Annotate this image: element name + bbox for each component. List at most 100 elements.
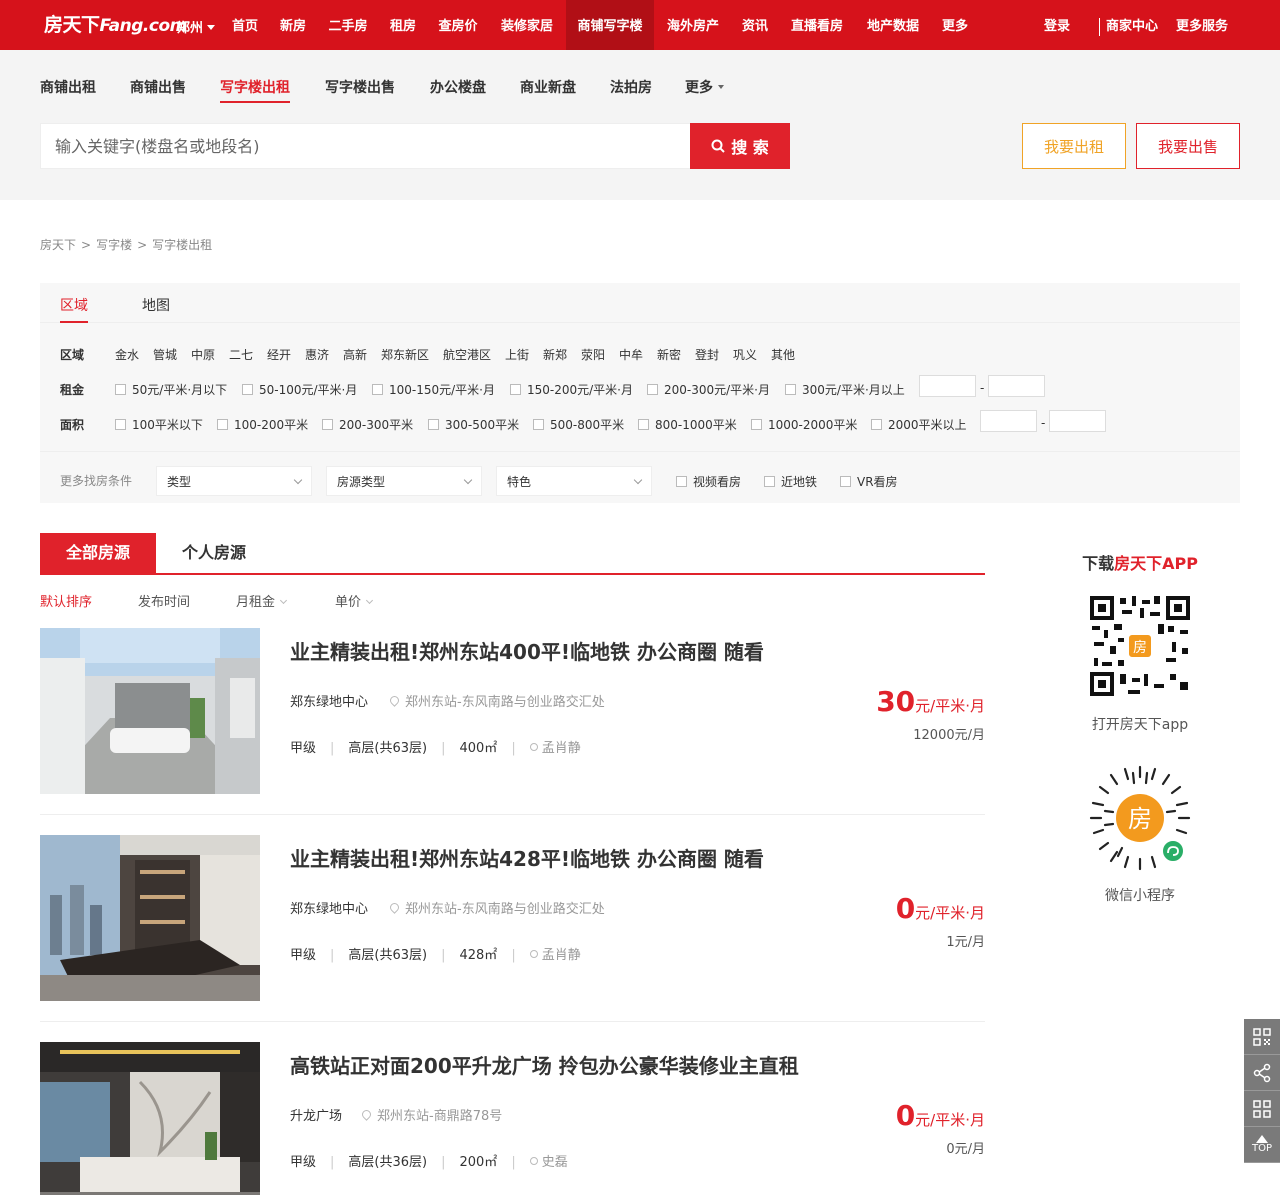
district-option[interactable]: 金水: [115, 346, 139, 363]
listing-photo[interactable]: [40, 1042, 260, 1195]
search-button[interactable]: 搜 索: [690, 123, 790, 169]
subnav-shop-rent[interactable]: 商铺出租: [40, 77, 96, 103]
checkbox[interactable]: [676, 476, 687, 487]
near-subway-checkbox[interactable]: 近地铁: [764, 473, 817, 490]
district-option[interactable]: 巩义: [733, 346, 757, 363]
nav-price-check[interactable]: 查房价: [430, 0, 486, 50]
tab-district[interactable]: 区域: [60, 295, 88, 323]
listing-title[interactable]: 高铁站正对面200平升龙广场 拎包办公豪华装修业主直租: [290, 1050, 799, 1079]
tab-personal-listings[interactable]: 个人房源: [182, 533, 246, 573]
subnav-office-buildings[interactable]: 办公楼盘: [430, 77, 486, 103]
checkbox[interactable]: [751, 419, 762, 430]
checkbox[interactable]: [840, 476, 851, 487]
tab-map[interactable]: 地图: [142, 295, 170, 323]
district-option[interactable]: 上街: [505, 346, 529, 363]
rent-option[interactable]: 50-100元/平米·月: [242, 381, 357, 398]
district-option[interactable]: 郑东新区: [381, 346, 429, 363]
district-option[interactable]: 荥阳: [581, 346, 605, 363]
rent-option[interactable]: 300元/平米·月以上: [785, 381, 905, 398]
checkbox[interactable]: [871, 419, 882, 430]
breadcrumb-office[interactable]: 写字楼: [96, 238, 132, 252]
listing-title[interactable]: 业主精装出租!郑州东站428平!临地铁 办公商圈 随看: [290, 843, 764, 872]
rent-option[interactable]: 50元/平米·月以下: [115, 381, 227, 398]
size-option[interactable]: 300-500平米: [428, 416, 519, 433]
district-option[interactable]: 惠济: [305, 346, 329, 363]
district-option[interactable]: 二七: [229, 346, 253, 363]
district-option[interactable]: 经开: [267, 346, 291, 363]
subnav-shop-sale[interactable]: 商铺出售: [130, 77, 186, 103]
subnav-auction[interactable]: 法拍房: [610, 77, 652, 103]
size-option[interactable]: 1000-2000平米: [751, 416, 857, 433]
site-logo[interactable]: 房天下Fang.com: [44, 10, 187, 37]
rent-option[interactable]: 150-200元/平米·月: [510, 381, 633, 398]
listing-photo[interactable]: [40, 835, 260, 1001]
sort-unit-price[interactable]: 单价: [335, 591, 374, 610]
listing-photo[interactable]: [40, 628, 260, 794]
size-option[interactable]: 100平米以下: [115, 416, 203, 433]
rent-option[interactable]: 100-150元/平米·月: [372, 381, 495, 398]
district-option[interactable]: 中牟: [619, 346, 643, 363]
district-option[interactable]: 管城: [153, 346, 177, 363]
subnav-office-rent[interactable]: 写字楼出租: [220, 77, 290, 103]
listing-building[interactable]: 郑东绿地中心: [290, 898, 368, 917]
nav-home[interactable]: 首页: [224, 0, 266, 50]
size-option[interactable]: 2000平米以上: [871, 416, 967, 433]
district-option[interactable]: 其他: [771, 346, 795, 363]
district-option[interactable]: 新密: [657, 346, 681, 363]
breadcrumb-home[interactable]: 房天下: [40, 238, 76, 252]
nav-live-tours[interactable]: 直播看房: [782, 0, 852, 50]
qr-code-button[interactable]: [1244, 1019, 1280, 1055]
listing-item[interactable]: 高铁站正对面200平升龙广场 拎包办公豪华装修业主直租 升龙广场 郑州东站-商鼎…: [40, 1042, 985, 1195]
checkbox[interactable]: [372, 384, 383, 395]
checkbox[interactable]: [115, 384, 126, 395]
mini-program-button[interactable]: [1244, 1091, 1280, 1127]
checkbox[interactable]: [764, 476, 775, 487]
search-input[interactable]: [40, 123, 690, 169]
login-link[interactable]: 登录: [1044, 0, 1070, 50]
type-select[interactable]: 类型: [156, 466, 312, 496]
district-option[interactable]: 中原: [191, 346, 215, 363]
rent-min-input[interactable]: [919, 375, 976, 397]
checkbox[interactable]: [115, 419, 126, 430]
listing-title[interactable]: 业主精装出租!郑州东站400平!临地铁 办公商圈 随看: [290, 636, 764, 665]
nav-rentals[interactable]: 租房: [382, 0, 424, 50]
nav-overseas[interactable]: 海外房产: [658, 0, 728, 50]
size-option[interactable]: 200-300平米: [322, 416, 413, 433]
sort-monthly-rent[interactable]: 月租金: [236, 591, 288, 610]
rent-max-input[interactable]: [988, 375, 1045, 397]
vr-tour-checkbox[interactable]: VR看房: [840, 473, 898, 490]
nav-more[interactable]: 更多: [934, 0, 976, 50]
city-selector[interactable]: 郑州: [177, 17, 216, 36]
share-button[interactable]: [1244, 1055, 1280, 1091]
rent-out-button[interactable]: 我要出租: [1022, 123, 1126, 169]
subnav-more[interactable]: 更多: [685, 77, 724, 103]
district-option[interactable]: 高新: [343, 346, 367, 363]
tab-all-listings[interactable]: 全部房源: [40, 533, 156, 573]
listing-item[interactable]: 业主精装出租!郑州东站400平!临地铁 办公商圈 随看 郑东绿地中心 郑州东站-…: [40, 628, 985, 815]
checkbox[interactable]: [647, 384, 658, 395]
nav-resale[interactable]: 二手房: [320, 0, 376, 50]
nav-data[interactable]: 地产数据: [858, 0, 928, 50]
checkbox[interactable]: [785, 384, 796, 395]
more-services-link[interactable]: 更多服务: [1176, 0, 1228, 50]
listing-item[interactable]: 业主精装出租!郑州东站428平!临地铁 办公商圈 随看 郑东绿地中心 郑州东站-…: [40, 835, 985, 1022]
listing-building[interactable]: 升龙广场: [290, 1105, 342, 1124]
checkbox[interactable]: [322, 419, 333, 430]
size-min-input[interactable]: [980, 410, 1037, 432]
checkbox[interactable]: [533, 419, 544, 430]
district-option[interactable]: 新郑: [543, 346, 567, 363]
back-to-top-button[interactable]: TOP: [1244, 1127, 1280, 1163]
nav-decoration[interactable]: 装修家居: [492, 0, 562, 50]
listing-type-select[interactable]: 房源类型: [326, 466, 482, 496]
checkbox[interactable]: [428, 419, 439, 430]
sort-default[interactable]: 默认排序: [40, 591, 92, 610]
nav-commercial[interactable]: 商铺写字楼: [566, 0, 654, 50]
district-option[interactable]: 登封: [695, 346, 719, 363]
nav-news[interactable]: 资讯: [734, 0, 776, 50]
merchant-center-link[interactable]: 商家中心: [1106, 0, 1158, 50]
subnav-office-sale[interactable]: 写字楼出售: [325, 77, 395, 103]
nav-new-homes[interactable]: 新房: [272, 0, 314, 50]
size-max-input[interactable]: [1049, 410, 1106, 432]
sort-publish-time[interactable]: 发布时间: [138, 591, 190, 610]
checkbox[interactable]: [242, 384, 253, 395]
